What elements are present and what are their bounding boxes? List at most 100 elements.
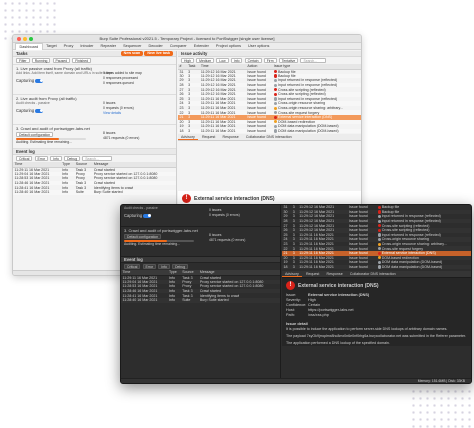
tab-comparer[interactable]: Comparer xyxy=(166,43,190,50)
new-live-task-button[interactable]: New live task xyxy=(144,51,173,57)
issue-row[interactable]: 18 3 11:29:11 16 Mar 2021 Issue found DOM da… xyxy=(282,264,471,270)
severity-icon xyxy=(273,120,278,124)
filter-critical[interactable]: Critical xyxy=(16,156,33,161)
capture-toggle[interactable] xyxy=(35,78,44,83)
tab-request[interactable]: Request xyxy=(199,135,218,140)
tab-sequencer[interactable]: Sequencer xyxy=(120,43,145,50)
issue-type-label: Cross-origin resource sharing xyxy=(381,237,429,242)
filter-paused[interactable]: Paused xyxy=(52,58,71,63)
tasks-title: Tasks xyxy=(16,51,28,56)
event-log-row[interactable]: 11:28:40 16 Mar 2021 Info Suite Burp Suite … xyxy=(13,189,176,195)
filter-low[interactable]: Low xyxy=(216,58,229,63)
issue-type-label: Cross-site request forgery xyxy=(381,246,424,251)
severity-icon xyxy=(273,78,278,83)
tab-dashboard[interactable]: Dashboard xyxy=(15,42,43,50)
severity-icon xyxy=(273,124,278,129)
main-tabs: Dashboard Target Proxy Intruder Repeater… xyxy=(13,42,361,50)
tab-decoder[interactable]: Decoder xyxy=(145,43,166,50)
severity-icon xyxy=(273,101,278,106)
task-title: 3. Crawl and audit of portswigger-labs.n… xyxy=(16,126,90,131)
tab-advisory[interactable]: Advisory xyxy=(282,272,302,278)
task-subtitle: Audit checks - passive xyxy=(16,101,50,105)
severity-icon xyxy=(273,115,278,119)
event-log-row[interactable]: 11:28:53 16 Mar 2021 Info Proxy Proxy servi… xyxy=(13,176,176,181)
task-card[interactable]: 2. Live audit from Proxy (all traffic) A… xyxy=(13,95,176,125)
filter-tentative[interactable]: Tentative xyxy=(278,58,299,63)
tab-intruder[interactable]: Intruder xyxy=(77,43,97,50)
tab-advisory[interactable]: Advisory xyxy=(178,135,198,141)
tab-collaborator-dns[interactable]: Collaborator DNS interaction xyxy=(243,135,295,140)
event-log-cell: Suite xyxy=(180,297,199,303)
tab-project-options[interactable]: Project options xyxy=(212,43,244,50)
issue-cell: 3 xyxy=(186,128,200,134)
task-card[interactable]: Audit checks - passive Capturing 0 issue… xyxy=(121,205,280,227)
severity-icon xyxy=(377,237,381,242)
filter-info[interactable]: Info xyxy=(230,58,243,63)
task-config-chip[interactable]: Default configuration xyxy=(124,234,162,239)
issue-cell: 11:29:11 16 Mar 2021 xyxy=(199,128,246,134)
task-card[interactable]: 1. Live passive crawl from Proxy (all tr… xyxy=(13,65,176,95)
event-log-row[interactable]: 11:28:53 16 Mar 2021 Info Proxy Proxy servi… xyxy=(121,284,280,289)
tab-request[interactable]: Request xyxy=(303,272,322,277)
issue-type-label: DOM data manipulation (DOM-based) xyxy=(278,129,339,134)
view-details-link[interactable]: View details xyxy=(103,111,134,116)
filter-icon-chip[interactable]: Filter xyxy=(16,58,30,63)
task-card[interactable]: 3. Crawl and audit of portswigger-labs.n… xyxy=(121,227,280,257)
task-card[interactable]: 3. Crawl and audit of portswigger-labs.n… xyxy=(13,125,176,149)
event-log-table: Time Type Source Message 11:29:11 16 Mar… xyxy=(13,162,176,195)
filter-info[interactable]: Info xyxy=(158,264,170,269)
filter-finished[interactable]: Finished xyxy=(72,58,92,63)
event-log-filter-bar: Critical Error Info Debug xyxy=(121,263,280,270)
issue-type-label: Input returned in response (reflected) xyxy=(381,214,441,219)
new-scan-button[interactable]: New scan xyxy=(120,51,144,57)
issue-row[interactable]: 18 3 11:29:11 16 Mar 2021 Issue found DOM da… xyxy=(178,128,361,134)
filter-info[interactable]: Info xyxy=(50,156,62,161)
tab-repeater[interactable]: Repeater xyxy=(97,43,120,50)
tab-collaborator-dns[interactable]: Collaborator DNS interaction xyxy=(347,272,399,277)
burp-window-dark: Audit checks - passive Capturing 0 issue… xyxy=(120,204,472,384)
severity-icon xyxy=(377,251,381,255)
issue-type-label: External service interaction (DNS) xyxy=(381,251,436,256)
filter-debug[interactable]: Debug xyxy=(172,264,189,269)
event-log-cell: Info xyxy=(167,297,181,303)
issue-search-input[interactable]: Search... xyxy=(300,58,327,63)
event-log-row[interactable]: 11:29:04 16 Mar 2021 Info Proxy Proxy servi… xyxy=(121,279,280,285)
title-bar: Burp Suite Professional v2021.5 - Tempor… xyxy=(13,35,361,43)
severity-icon xyxy=(377,247,381,251)
filter-error[interactable]: Error xyxy=(142,264,157,269)
capture-toggle[interactable] xyxy=(35,108,44,113)
issue-type-label: DOM data manipulation (DOM-based) xyxy=(381,260,443,265)
filter-debug[interactable]: Debug xyxy=(64,156,81,161)
issue-type-label: Backup file xyxy=(278,73,296,78)
tab-response[interactable]: Response xyxy=(324,272,346,277)
filter-critical[interactable]: Critical xyxy=(124,264,141,269)
issue-cell: 18 xyxy=(282,264,292,270)
filter-certain[interactable]: Certain xyxy=(244,58,262,63)
tab-user-options[interactable]: User options xyxy=(245,43,273,50)
filter-medium[interactable]: Medium xyxy=(196,58,215,63)
tab-response[interactable]: Response xyxy=(220,135,242,140)
event-log-row[interactable]: 11:28:40 16 Mar 2021 Info Suite Burp Suite … xyxy=(121,297,280,303)
tab-extender[interactable]: Extender xyxy=(190,43,212,50)
event-log-row[interactable]: 11:29:04 16 Mar 2021 Info Proxy Proxy servi… xyxy=(13,171,176,177)
advisory-title: External service interaction (DNS) xyxy=(194,195,275,202)
filter-error[interactable]: Error xyxy=(34,156,49,161)
issue-type-cell: DOM data manipulation (DOM-based) xyxy=(272,128,361,134)
filter-running[interactable]: Running xyxy=(31,58,51,63)
filter-high[interactable]: High xyxy=(181,58,194,63)
issue-type-label: Cross-origin resource sharing: arbitrary… xyxy=(278,106,344,111)
tab-target[interactable]: Target xyxy=(43,43,61,50)
issue-cell: 18 xyxy=(178,128,187,134)
issue-type-label: DOM-based redirection xyxy=(381,255,419,260)
filter-firm[interactable]: Firm xyxy=(263,58,277,63)
task-stat: 4871 requests (0 errors) xyxy=(103,136,140,140)
event-search-input[interactable]: Search... xyxy=(82,156,113,161)
task-config-chip[interactable]: Default configuration xyxy=(16,132,54,137)
dot-pattern-decoration xyxy=(410,388,474,428)
issue-type-label: DOM data manipulation (DOM-based) xyxy=(278,124,339,129)
issue-type-cell: DOM data manipulation (DOM-based) xyxy=(376,264,471,270)
tab-proxy[interactable]: Proxy xyxy=(60,43,77,50)
severity-icon xyxy=(377,242,381,246)
issue-type-label: Input returned in response (reflected) xyxy=(381,232,441,237)
capture-toggle[interactable] xyxy=(143,213,152,218)
